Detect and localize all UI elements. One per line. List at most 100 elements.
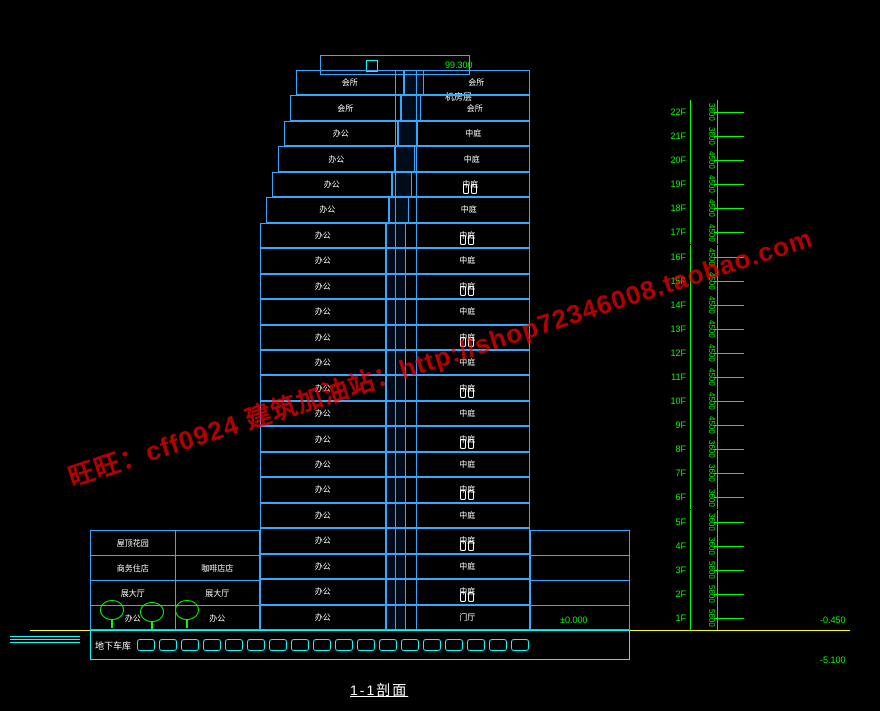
floor-label: 22F: [660, 107, 690, 117]
floor-label: 15F: [660, 276, 690, 286]
car-icon: [379, 639, 397, 651]
car-icon: [357, 639, 375, 651]
room-right: 中庭: [406, 376, 530, 399]
floor-label: 5F: [660, 517, 690, 527]
floor-label: 10F: [660, 396, 690, 406]
floor-label: 1F: [660, 613, 690, 623]
ground-elev-right: ±0.000: [560, 615, 587, 625]
room-left: 会所: [291, 96, 401, 119]
floor-label: 9F: [660, 420, 690, 430]
room-left: 办公: [261, 326, 386, 349]
basement-elev: -5.100: [820, 655, 846, 665]
room-right: 中庭: [406, 555, 530, 578]
cad-section-drawing: 机房层 99.300 会所会所会所会所办公中庭办公中庭办公中庭办公中庭办公中庭办…: [0, 0, 880, 711]
podium-block: 屋顶花园商务住店咖啡店店展大厅展大厅办公办公: [90, 530, 260, 630]
elevator-core: [395, 70, 417, 630]
floor-label: 2F: [660, 589, 690, 599]
room-left: 办公: [261, 376, 386, 399]
dim-row-4: 4F3600: [660, 534, 820, 558]
room-left: 办公: [261, 300, 386, 323]
floor-label: 16F: [660, 252, 690, 262]
dimension-stack: 22F380021F380020F450019F450018F450017F45…: [660, 100, 820, 660]
dim-row-5: 5F3600: [660, 510, 820, 534]
dim-row-16: 16F4500: [660, 245, 820, 269]
room-left: 办公: [261, 504, 386, 527]
room-right: 中庭: [406, 224, 530, 247]
dim-row-19: 19F4500: [660, 172, 820, 196]
room-right: 中庭: [406, 402, 530, 425]
dim-row-3: 3F5800: [660, 558, 820, 582]
car-icon: [489, 639, 507, 651]
dim-row-9: 9F4500: [660, 413, 820, 437]
room-right: 中庭: [406, 504, 530, 527]
room-left: 办公: [261, 249, 386, 272]
car-icon: [181, 639, 199, 651]
car-icon: [203, 639, 221, 651]
car-icon: [247, 639, 265, 651]
floor-label: 21F: [660, 131, 690, 141]
dim-row-2: 2F5800: [660, 582, 820, 606]
room-left: 办公: [261, 402, 386, 425]
dim-row-6: 6F3600: [660, 485, 820, 509]
car-icon: [335, 639, 353, 651]
floor-label: 19F: [660, 179, 690, 189]
dim-row-8: 8F3600: [660, 437, 820, 461]
dim-row-1: 1F5800: [660, 606, 820, 630]
floor-label: 13F: [660, 324, 690, 334]
room-left: 办公: [261, 275, 386, 298]
podium-cell: 办公: [91, 606, 176, 630]
podium-row: 商务住店咖啡店店: [91, 556, 259, 581]
floor-label: 18F: [660, 203, 690, 213]
ground-elev-left: -0.450: [820, 615, 846, 625]
room-right: 中庭: [406, 249, 530, 272]
room-right: 中庭: [415, 147, 530, 170]
room-right: 中庭: [406, 478, 530, 501]
room-left: 办公: [261, 529, 386, 552]
room-left: 办公: [261, 224, 386, 247]
room-right: 中庭: [409, 198, 530, 221]
podium-row: 展大厅展大厅: [91, 581, 259, 606]
room-left: 办公: [279, 147, 395, 170]
water-icon: [10, 636, 80, 646]
podium-cell: 商务住店: [91, 556, 176, 580]
room-left: 办公: [261, 478, 386, 501]
podium-cell: 屋顶花园: [91, 531, 176, 555]
room-left: 办公: [261, 580, 386, 603]
room-right: 中庭: [406, 427, 530, 450]
car-icon: [137, 639, 155, 651]
dim-row-20: 20F4500: [660, 148, 820, 172]
dim-row-22: 22F3800: [660, 100, 820, 124]
podium-row: 屋顶花园: [91, 531, 259, 556]
room-left: 办公: [285, 122, 398, 145]
room-left: 办公: [261, 351, 386, 374]
car-icon: [401, 639, 419, 651]
car-icon: [445, 639, 463, 651]
car-icon: [159, 639, 177, 651]
dim-row-14: 14F4500: [660, 293, 820, 317]
car-icon: [269, 639, 287, 651]
floor-label: 14F: [660, 300, 690, 310]
dim-row-7: 7F3600: [660, 461, 820, 485]
room-left: 办公: [261, 606, 386, 629]
room-right: 中庭: [418, 122, 530, 145]
dim-row-12: 12F4500: [660, 341, 820, 365]
room-right: 中庭: [406, 580, 530, 603]
podium-cell: 展大厅: [176, 581, 260, 605]
room-right: 中庭: [412, 173, 530, 196]
floor-label: 20F: [660, 155, 690, 165]
car-icon: [225, 639, 243, 651]
floor-label: 17F: [660, 227, 690, 237]
top-elevation-label: 99.300: [445, 60, 473, 70]
room-left: 办公: [261, 555, 386, 578]
floor-label: 12F: [660, 348, 690, 358]
car-icon: [511, 639, 529, 651]
dim-row-11: 11F4500: [660, 365, 820, 389]
floor-label: 4F: [660, 541, 690, 551]
car-icon: [467, 639, 485, 651]
room-right: 中庭: [406, 275, 530, 298]
room-right: 中庭: [406, 529, 530, 552]
dim-row-15: 15F4500: [660, 269, 820, 293]
car-icon: [291, 639, 309, 651]
room-left: 办公: [261, 427, 386, 450]
room-right: 中庭: [406, 326, 530, 349]
